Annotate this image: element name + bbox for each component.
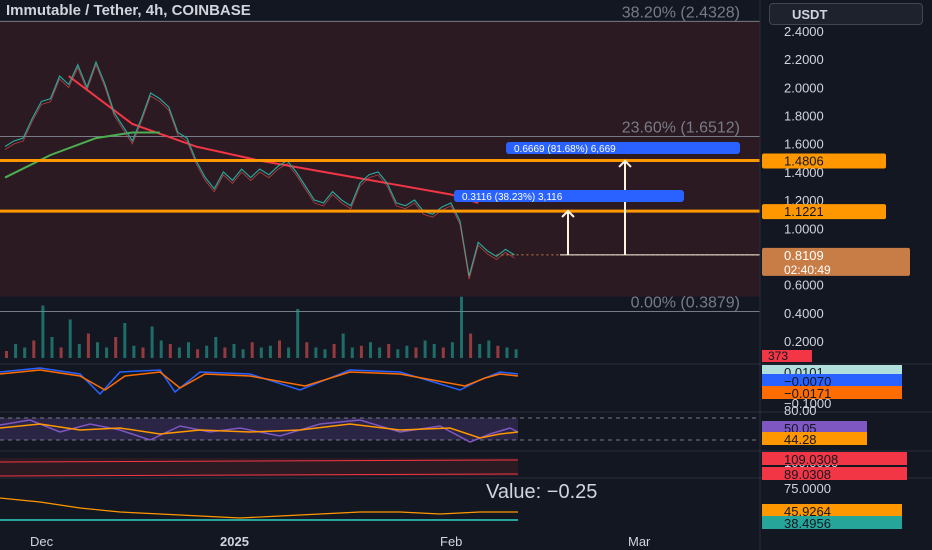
volume-bar <box>232 344 236 358</box>
volume-bar <box>396 349 400 358</box>
volume-bar <box>77 344 81 358</box>
measure-label: 0.3116 (38.23%) 3,116 <box>462 192 563 203</box>
volume-bar <box>496 345 500 358</box>
level-label: 1.4806 <box>784 154 824 169</box>
indicator4-label-bg <box>762 516 902 529</box>
rsi-tick-label: 80.00 <box>784 403 817 418</box>
volume-bar <box>323 349 327 358</box>
price-tick-label: 1.6000 <box>784 137 824 152</box>
price-tick-label: 2.0000 <box>784 80 824 95</box>
measure-label: 0.6669 (81.68%) 6,669 <box>514 144 616 155</box>
x-tick-label: Dec <box>30 534 54 549</box>
volume-bar <box>441 347 445 358</box>
volume-bar <box>241 349 245 358</box>
volume-bar <box>223 347 227 358</box>
volume-bar <box>68 319 72 358</box>
volume-bar <box>250 342 254 358</box>
x-tick-label: Feb <box>440 534 462 549</box>
volume-bar <box>141 347 145 358</box>
indicator3-label: 89.0308 <box>784 467 831 482</box>
volume-bar <box>50 337 54 358</box>
volume-bar <box>205 345 209 358</box>
volume-bar <box>378 347 382 358</box>
volume-bar <box>105 347 109 358</box>
indicator4-line <box>0 497 518 519</box>
volume-bar <box>350 347 354 358</box>
macd-label-bg <box>762 386 902 399</box>
volume-bar <box>423 340 427 358</box>
volume-bar <box>487 340 491 358</box>
volume-bar <box>196 349 200 358</box>
volume-bar <box>287 347 291 358</box>
last-price-label: 0.8109 <box>784 248 824 263</box>
volume-bar <box>405 345 409 358</box>
volume-label: 373 <box>768 349 788 363</box>
indicator3-tick-label: 75.0000 <box>784 481 831 496</box>
volume-bar <box>268 345 272 358</box>
volume-bar <box>414 347 418 358</box>
rsi-label: 44.28 <box>784 432 817 447</box>
volume-bar <box>132 345 136 358</box>
volume-bar <box>505 347 509 358</box>
volume-bar <box>123 323 127 358</box>
fib-label: 38.20% (2.4328) <box>622 4 740 21</box>
volume-bar <box>314 347 318 358</box>
indicator4-label: 38.4956 <box>784 516 831 531</box>
volume-bar <box>460 296 463 358</box>
indicator3-value: Value: −0.25 <box>486 481 597 503</box>
volume-bar <box>214 337 218 358</box>
price-tick-label: 0.6000 <box>784 278 824 293</box>
currency-button[interactable]: USDT <box>769 3 923 25</box>
volume-bar <box>305 342 309 358</box>
level-label: 1.1221 <box>784 204 824 219</box>
volume-bar <box>23 347 27 358</box>
volume-bar <box>387 344 391 358</box>
volume-bar <box>296 309 300 358</box>
price-tick-label: 0.4000 <box>784 306 824 321</box>
volume-bar <box>177 347 181 358</box>
volume-bar <box>369 342 372 358</box>
level-label-bg <box>762 153 886 169</box>
volume-bar <box>41 305 45 358</box>
volume-bar <box>469 333 473 358</box>
volume-bar <box>478 344 482 358</box>
volume-bar <box>5 351 8 358</box>
chart-title: Immutable / Tether, 4h, COINBASE <box>6 2 251 19</box>
volume-bar <box>14 344 18 358</box>
volume-bar <box>432 344 436 358</box>
last-price-countdown: 02:40:49 <box>784 263 831 277</box>
price-tick-label: 2.2000 <box>784 52 824 67</box>
x-tick-label: 2025 <box>220 534 249 549</box>
volume-bar <box>32 340 36 358</box>
volume-bar <box>278 340 281 358</box>
price-tick-label: 0.2000 <box>784 334 824 349</box>
price-tick-label: 1.8000 <box>784 109 824 124</box>
volume-bar <box>359 345 363 358</box>
indicator3-label: 109.0308 <box>784 452 838 467</box>
volume-bar <box>259 347 263 358</box>
volume-bar <box>96 342 99 358</box>
volume-bar <box>168 344 172 358</box>
volume-bar <box>150 326 154 358</box>
volume-bar <box>86 333 90 358</box>
volume-bar <box>114 337 118 358</box>
volume-bar <box>341 333 345 358</box>
volume-bar <box>59 347 63 358</box>
macd-label-bg <box>762 374 902 387</box>
fib-label: 23.60% (1.6512) <box>622 120 740 137</box>
price-tick-label: 2.4000 <box>784 24 824 39</box>
x-tick-label: Mar <box>628 534 651 549</box>
price-tick-label: 1.0000 <box>784 221 824 236</box>
fib-label: 0.00% (0.3879) <box>631 295 740 312</box>
price-chart[interactable]: 38.20% (2.4328) 23.60% (1.6512) 0.00% (0.3… <box>0 0 932 550</box>
volume-bar <box>514 349 518 358</box>
volume-bar <box>187 342 190 358</box>
indicator4-label-bg <box>762 504 902 517</box>
volume-bar <box>159 340 163 358</box>
level-label-bg <box>762 204 886 220</box>
volume-bar <box>450 342 454 358</box>
volume-bar <box>332 344 336 358</box>
